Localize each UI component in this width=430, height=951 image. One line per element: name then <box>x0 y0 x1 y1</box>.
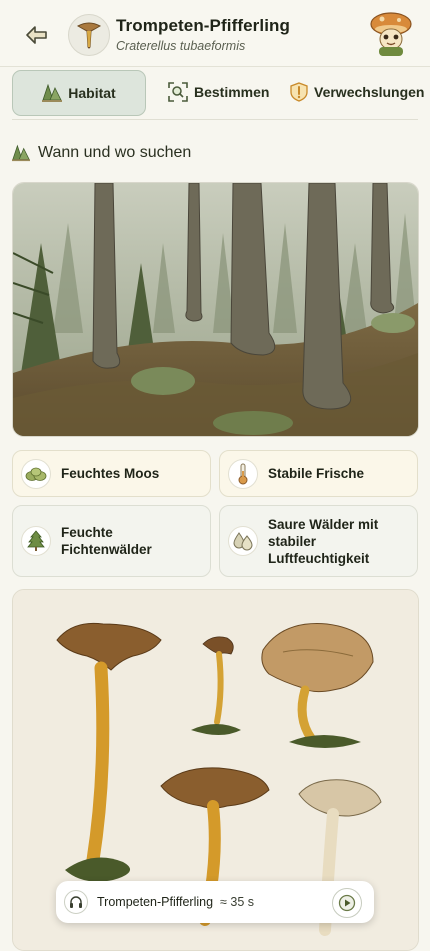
moss-icon <box>21 458 51 489</box>
thermometer-icon <box>228 458 258 489</box>
trumpet-mushroom-icon <box>76 22 102 49</box>
habitat-card-label: Feuchtes Moos <box>61 466 160 481</box>
tab-habitat-label: Habitat <box>68 85 116 101</box>
tab-habitat[interactable]: Habitat <box>12 70 146 116</box>
section-title: Wann und wo suchen <box>38 144 192 161</box>
forest-icon <box>42 84 63 102</box>
play-button[interactable] <box>332 888 362 918</box>
headphones-icon <box>64 890 88 914</box>
droplets-icon <box>228 526 258 556</box>
tab-bar: Habitat Bestimmen Verwechslungen <box>0 68 430 120</box>
tab-bestimmen[interactable]: Bestimmen <box>168 70 269 114</box>
habitat-card-moss: Feuchtes Moos <box>12 450 211 497</box>
species-thumbnail <box>68 14 110 56</box>
scan-icon <box>168 82 188 102</box>
mushroom-mascot-icon <box>370 12 412 56</box>
tab-verwechslungen-label: Verwechslungen <box>314 84 425 100</box>
tab-bestimmen-label: Bestimmen <box>194 84 270 100</box>
play-icon <box>338 894 356 912</box>
audio-duration: ≈ 35 s <box>220 895 254 909</box>
back-arrow-icon <box>26 26 47 44</box>
forest-illustration <box>13 183 418 436</box>
mascot-avatar[interactable] <box>368 10 414 58</box>
habitat-card-spruce: Feuchte Fichtenwälder <box>12 505 211 577</box>
back-button[interactable] <box>22 20 52 50</box>
tab-divider <box>12 119 418 120</box>
spruce-icon <box>21 526 51 556</box>
habitat-card-label: Stabile Frische <box>268 466 365 481</box>
forest-icon <box>12 144 30 162</box>
section-heading: Wann und wo suchen <box>12 142 191 164</box>
warning-icon <box>290 82 308 102</box>
scientific-name: Craterellus tubaeformis <box>116 39 246 53</box>
audio-player: Trompeten-Pfifferling ≈ 35 s <box>56 881 374 923</box>
page-title: Trompeten-Pfifferling <box>116 16 290 35</box>
habitat-image <box>12 182 419 437</box>
app-header: Trompeten-Pfifferling Craterellus tubaef… <box>0 0 430 67</box>
habitat-card-acidic: Saure Wälder mit stabiler Luftfeuchtigke… <box>219 505 418 577</box>
habitat-card-frische: Stabile Frische <box>219 450 418 497</box>
habitat-card-label: Saure Wälder mit stabiler Luftfeuchtigke… <box>268 516 379 566</box>
tab-verwechslungen[interactable]: Verwechslungen <box>290 70 424 114</box>
audio-title: Trompeten-Pfifferling <box>97 895 214 909</box>
habitat-card-label: Feuchte Fichtenwälder <box>61 525 152 557</box>
